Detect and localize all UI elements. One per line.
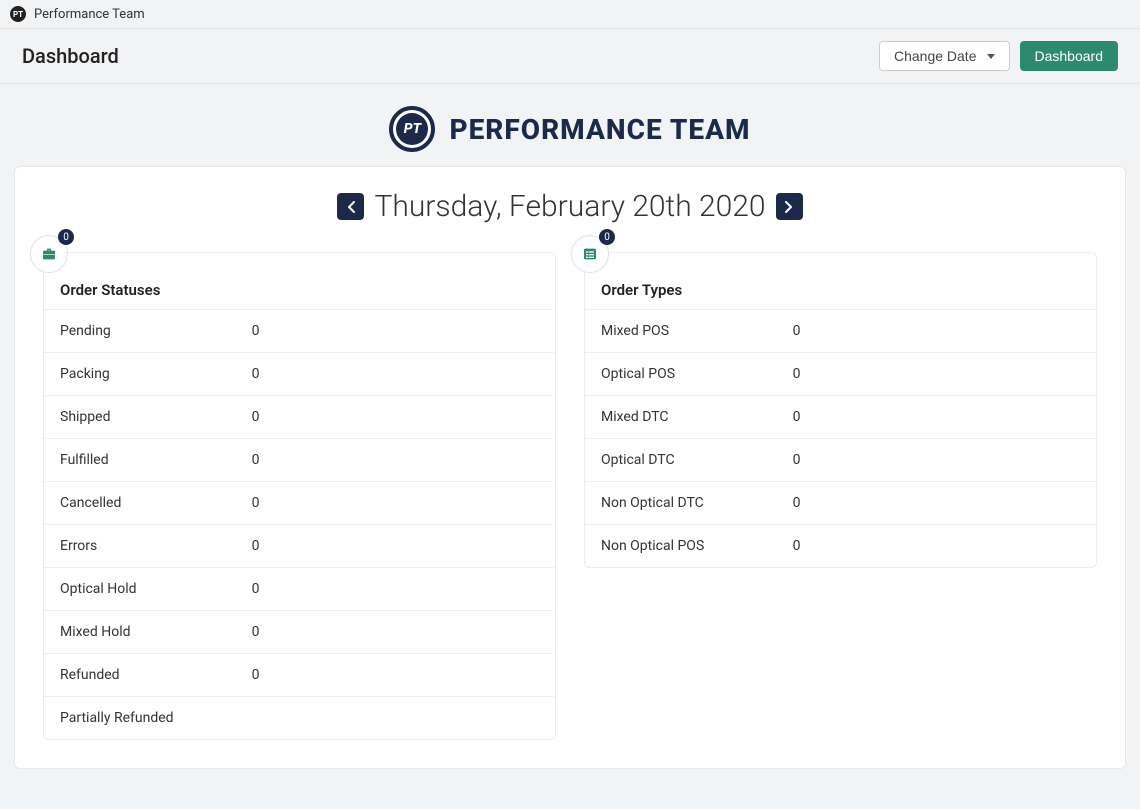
status-label: Mixed Hold: [60, 624, 252, 640]
type-row: Non Optical DTC 0: [585, 481, 1096, 524]
status-row: Packing 0: [44, 352, 555, 395]
dashboard-button-label: Dashboard: [1035, 48, 1104, 64]
status-value: 0: [252, 538, 539, 554]
status-label: Errors: [60, 538, 252, 554]
type-value: 0: [793, 495, 1080, 511]
type-value: 0: [793, 366, 1080, 382]
type-label: Non Optical DTC: [601, 495, 793, 511]
type-value: 0: [793, 538, 1080, 554]
chevron-right-icon: [785, 201, 793, 213]
status-row: Fulfilled 0: [44, 438, 555, 481]
caret-down-icon: [987, 54, 995, 59]
status-value: 0: [252, 323, 539, 339]
current-date: Thursday, February 20th 2020: [374, 189, 765, 224]
status-label: Shipped: [60, 409, 252, 425]
type-value: 0: [793, 409, 1080, 425]
order-types-badge: 0: [599, 229, 615, 245]
order-statuses-title: Order Statuses: [44, 281, 555, 309]
dashboard-columns: 0 Order Statuses Pending 0 Packing 0 Shi…: [15, 252, 1125, 740]
status-label: Optical Hold: [60, 581, 252, 597]
brand-logo: PT: [389, 106, 435, 152]
status-row: Shipped 0: [44, 395, 555, 438]
status-value: 0: [252, 409, 539, 425]
type-row: Optical DTC 0: [585, 438, 1096, 481]
status-row: Pending 0: [44, 309, 555, 352]
date-navigator: Thursday, February 20th 2020: [15, 189, 1125, 224]
status-label: Refunded: [60, 667, 252, 683]
brand-logo-text: PT: [396, 113, 428, 145]
type-row: Mixed POS 0: [585, 309, 1096, 352]
type-row: Mixed DTC 0: [585, 395, 1096, 438]
status-label: Fulfilled: [60, 452, 252, 468]
status-row: Partially Refunded: [44, 696, 555, 739]
page-header: Dashboard Change Date Dashboard: [0, 29, 1140, 84]
status-label: Partially Refunded: [60, 710, 252, 726]
app-title: Performance Team: [34, 7, 145, 22]
brand-name: PERFORMANCE TEAM: [449, 113, 750, 146]
next-day-button[interactable]: [776, 193, 803, 220]
type-row: Non Optical POS 0: [585, 524, 1096, 567]
status-label: Packing: [60, 366, 252, 382]
status-row: Cancelled 0: [44, 481, 555, 524]
type-value: 0: [793, 323, 1080, 339]
brand-mini-logo: PT: [10, 6, 26, 22]
header-actions: Change Date Dashboard: [879, 41, 1118, 71]
brand-block: PT PERFORMANCE TEAM: [0, 84, 1140, 166]
type-label: Mixed POS: [601, 323, 793, 339]
status-row: Refunded 0: [44, 653, 555, 696]
order-types-title: Order Types: [585, 281, 1096, 309]
type-label: Mixed DTC: [601, 409, 793, 425]
order-types-panel: 0 Order Types Mixed POS 0 Optical POS 0 …: [584, 252, 1097, 568]
status-label: Pending: [60, 323, 252, 339]
status-value: 0: [252, 667, 539, 683]
order-statuses-panel: 0 Order Statuses Pending 0 Packing 0 Shi…: [43, 252, 556, 740]
type-value: 0: [793, 452, 1080, 468]
status-value: 0: [252, 452, 539, 468]
prev-day-button[interactable]: [337, 193, 364, 220]
chevron-left-icon: [347, 201, 355, 213]
app-topbar: PT Performance Team: [0, 0, 1140, 29]
order-statuses-badge: 0: [58, 229, 74, 245]
type-label: Optical DTC: [601, 452, 793, 468]
type-label: Non Optical POS: [601, 538, 793, 554]
change-date-label: Change Date: [894, 48, 977, 64]
order-statuses-column: 0 Order Statuses Pending 0 Packing 0 Shi…: [43, 252, 556, 740]
status-row: Errors 0: [44, 524, 555, 567]
type-label: Optical POS: [601, 366, 793, 382]
order-types-column: 0 Order Types Mixed POS 0 Optical POS 0 …: [584, 252, 1097, 568]
dashboard-card: Thursday, February 20th 2020 0 Order Sta…: [14, 166, 1126, 769]
status-row: Optical Hold 0: [44, 567, 555, 610]
dashboard-button[interactable]: Dashboard: [1020, 41, 1119, 71]
type-row: Optical POS 0: [585, 352, 1096, 395]
status-row: Mixed Hold 0: [44, 610, 555, 653]
page-title: Dashboard: [22, 44, 119, 68]
status-value: 0: [252, 581, 539, 597]
status-value: 0: [252, 624, 539, 640]
status-value: 0: [252, 495, 539, 511]
status-label: Cancelled: [60, 495, 252, 511]
change-date-button[interactable]: Change Date: [879, 41, 1010, 71]
status-value: 0: [252, 366, 539, 382]
